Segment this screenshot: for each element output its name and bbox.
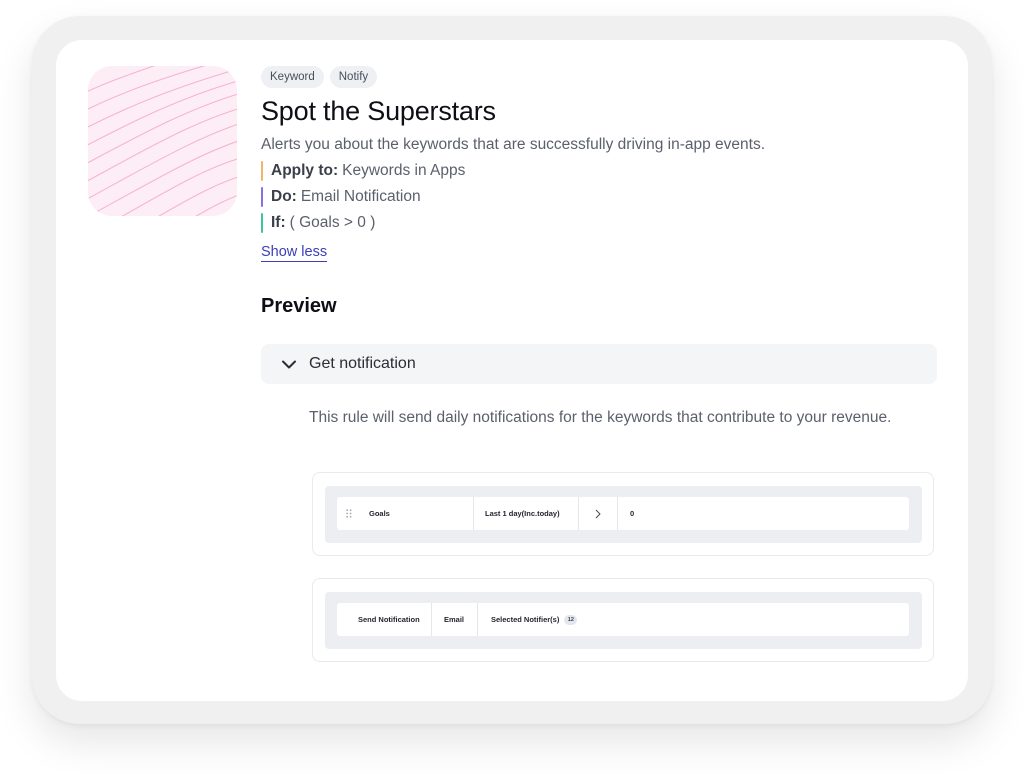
apply-to-key: Apply to: [271, 162, 339, 179]
action-select[interactable]: Send Notification [358, 615, 431, 624]
operator-select[interactable] [579, 509, 617, 519]
chevron-right-icon [595, 509, 601, 518]
notifier-select[interactable]: Selected Notifier(s) 12 [478, 614, 578, 625]
apply-to-value: Keywords in Apps [342, 162, 466, 179]
if-property: If: ( Goals > 0 ) [261, 213, 375, 233]
apply-to-property: Apply to: Keywords in Apps [261, 161, 465, 181]
rule-title: Spot the Superstars [261, 96, 496, 126]
condition-row: Goals Last 1 day(Inc.today) 0 [337, 497, 909, 530]
rule-preview-text: This rule will send daily notifications … [309, 409, 892, 426]
apply-to-accent-bar [261, 161, 263, 181]
period-select[interactable]: Last 1 day(Inc.today) [474, 509, 578, 518]
tag-notify: Notify [329, 66, 378, 88]
if-accent-bar [261, 213, 263, 233]
drag-handle-icon[interactable] [346, 509, 352, 518]
tag-keyword: Keyword [261, 66, 324, 88]
action-card: Send Notification Email Selected Notifie… [312, 578, 934, 662]
condition-card: Goals Last 1 day(Inc.today) 0 [312, 472, 934, 556]
do-accent-bar [261, 187, 263, 207]
action-panel: Send Notification Email Selected Notifie… [325, 592, 922, 649]
channel-select[interactable]: Email [432, 615, 477, 624]
show-less-link[interactable]: Show less [261, 244, 327, 260]
value-input[interactable]: 0 [618, 509, 634, 518]
notifier-count-badge: 12 [564, 614, 578, 625]
notifier-label: Selected Notifier(s) [491, 615, 560, 624]
condition-panel: Goals Last 1 day(Inc.today) 0 [325, 486, 922, 543]
rule-description: Alerts you about the keywords that are s… [261, 136, 766, 153]
do-property: Do: Email Notification [261, 187, 421, 207]
accordion-label: Get notification [309, 355, 416, 372]
rule-thumbnail [88, 66, 237, 216]
wave-pattern-icon [88, 66, 237, 216]
do-value: Email Notification [300, 188, 421, 205]
action-row: Send Notification Email Selected Notifie… [337, 603, 909, 636]
rule-details: Keyword Notify Spot the Superstars Alert… [261, 66, 937, 662]
preview-heading: Preview [261, 295, 337, 317]
get-notification-accordion[interactable]: Get notification [261, 344, 937, 384]
metric-select[interactable]: Goals [369, 509, 473, 518]
if-key: If: [271, 214, 286, 231]
do-key: Do: [271, 188, 297, 205]
if-value: ( Goals > 0 ) [289, 214, 376, 231]
tag-list: Keyword Notify [261, 66, 937, 88]
chevron-down-icon [281, 356, 297, 372]
